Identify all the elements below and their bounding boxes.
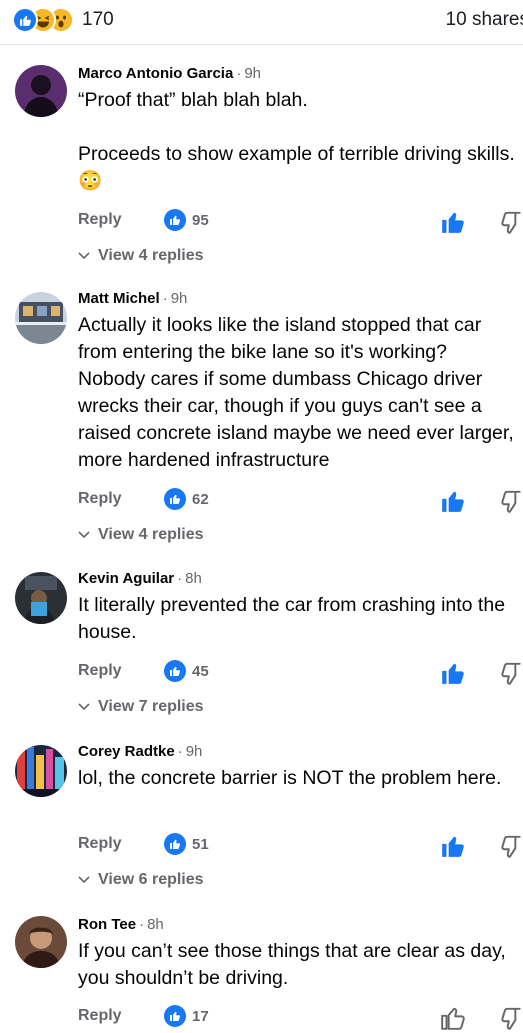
comment-text: “Proof that” blah blah blah. Proceeds to… bbox=[78, 89, 515, 192]
comment-like-count: 62 bbox=[164, 488, 209, 510]
comment-text: If you can’t see those things that are c… bbox=[78, 940, 512, 989]
comment-like-count: 45 bbox=[164, 660, 209, 682]
post-reaction-bar: 170 10 shares bbox=[0, 0, 523, 42]
comment-actions: Reply 95 bbox=[78, 207, 523, 237]
thumbs-down-icon[interactable] bbox=[498, 488, 523, 514]
like-badge-icon bbox=[164, 833, 186, 855]
thumbs-up-icon[interactable] bbox=[440, 488, 466, 514]
avatar[interactable] bbox=[15, 292, 67, 344]
comment-actions: Reply 62 bbox=[78, 486, 523, 516]
view-replies-link[interactable]: View 7 replies bbox=[78, 698, 204, 716]
view-replies-link[interactable]: View 4 replies bbox=[78, 526, 204, 544]
view-replies-label: View 4 replies bbox=[98, 526, 204, 543]
thumbs-up-icon[interactable] bbox=[440, 660, 466, 686]
reply-button[interactable]: Reply bbox=[78, 1007, 122, 1025]
divider bbox=[0, 44, 523, 45]
comment-text: lol, the concrete barrier is NOT the pro… bbox=[78, 767, 502, 789]
like-count-value: 95 bbox=[192, 211, 209, 229]
comment-like-count: 17 bbox=[164, 1005, 209, 1027]
view-replies-link[interactable]: View 6 replies bbox=[78, 871, 204, 889]
comment-header: Kevin Aguilar · 8h bbox=[78, 570, 202, 587]
comment-header: Matt Michel · 9h bbox=[78, 290, 187, 307]
like-badge-icon bbox=[164, 488, 186, 510]
separator-dot: · bbox=[236, 65, 242, 82]
view-replies-label: View 4 replies bbox=[98, 247, 204, 264]
thumbs-down-icon[interactable] bbox=[498, 833, 523, 859]
timestamp[interactable]: 9h bbox=[244, 65, 261, 82]
like-badge-icon bbox=[164, 660, 186, 682]
separator-dot: · bbox=[177, 570, 183, 587]
thumbs-up-icon[interactable] bbox=[440, 1005, 466, 1031]
timestamp[interactable]: 9h bbox=[171, 290, 188, 307]
timestamp[interactable]: 8h bbox=[147, 916, 164, 933]
view-replies-label: View 6 replies bbox=[98, 871, 204, 888]
thumbs-down-icon[interactable] bbox=[498, 1005, 523, 1031]
comment-header: Ron Tee · 8h bbox=[78, 916, 164, 933]
like-badge-icon bbox=[164, 209, 186, 231]
reply-button[interactable]: Reply bbox=[78, 211, 122, 229]
avatar[interactable] bbox=[15, 916, 67, 968]
shares-count[interactable]: 10 shares bbox=[446, 9, 523, 31]
view-replies-label: View 7 replies bbox=[98, 698, 204, 715]
thumbs-down-icon[interactable] bbox=[498, 209, 523, 235]
reaction-count: 170 bbox=[82, 9, 114, 30]
author-name[interactable]: Corey Radtke bbox=[78, 743, 175, 760]
comment-actions: Reply 45 bbox=[78, 658, 523, 688]
author-name[interactable]: Kevin Aguilar bbox=[78, 570, 174, 587]
author-name[interactable]: Marco Antonio Garcia bbox=[78, 65, 233, 82]
comment-text: It literally prevented the car from cras… bbox=[78, 594, 511, 643]
chevron-down-icon bbox=[78, 876, 90, 884]
comment-actions: Reply 17 bbox=[78, 1003, 523, 1033]
like-count-value: 45 bbox=[192, 662, 209, 680]
separator-dot: · bbox=[162, 290, 168, 307]
reply-button[interactable]: Reply bbox=[78, 835, 122, 853]
avatar[interactable] bbox=[15, 572, 67, 624]
chevron-down-icon bbox=[78, 531, 90, 539]
reaction-summary[interactable]: 170 bbox=[12, 7, 114, 33]
timestamp[interactable]: 9h bbox=[186, 743, 203, 760]
chevron-down-icon bbox=[78, 252, 90, 260]
comment-actions: Reply 51 bbox=[78, 831, 523, 861]
like-count-value: 51 bbox=[192, 835, 209, 853]
like-count-value: 17 bbox=[192, 1007, 209, 1025]
avatar[interactable] bbox=[15, 745, 67, 797]
comment-header: Marco Antonio Garcia · 9h bbox=[78, 65, 261, 82]
like-badge-icon bbox=[164, 1005, 186, 1027]
avatar[interactable] bbox=[15, 65, 67, 117]
like-count-value: 62 bbox=[192, 490, 209, 508]
comment-like-count: 51 bbox=[164, 833, 209, 855]
separator-dot: · bbox=[177, 743, 183, 760]
reply-button[interactable]: Reply bbox=[78, 490, 122, 508]
thumbs-down-icon[interactable] bbox=[498, 660, 523, 686]
chevron-down-icon bbox=[78, 703, 90, 711]
thumbs-up-icon[interactable] bbox=[440, 833, 466, 859]
view-replies-link[interactable]: View 4 replies bbox=[78, 247, 204, 265]
comment-like-count: 95 bbox=[164, 209, 209, 231]
separator-dot: · bbox=[139, 916, 145, 933]
comment-header: Corey Radtke · 9h bbox=[78, 743, 202, 760]
author-name[interactable]: Matt Michel bbox=[78, 290, 160, 307]
author-name[interactable]: Ron Tee bbox=[78, 916, 136, 933]
reply-button[interactable]: Reply bbox=[78, 662, 122, 680]
thumbs-up-icon[interactable] bbox=[440, 209, 466, 235]
timestamp[interactable]: 8h bbox=[185, 570, 202, 587]
comment-text: Actually it looks like the island stoppe… bbox=[78, 314, 520, 471]
like-icon bbox=[12, 7, 38, 33]
